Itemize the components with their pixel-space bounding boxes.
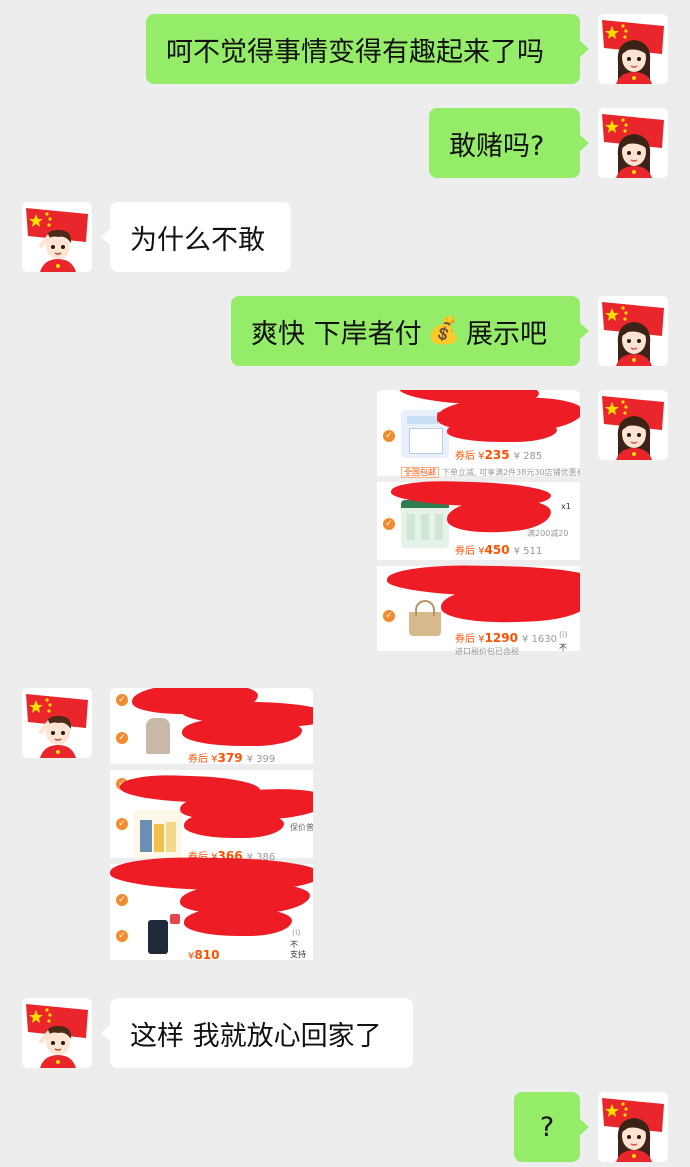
redaction-mark xyxy=(184,812,284,838)
side-label: 不 支持 xyxy=(290,940,306,959)
info-icon: (i) xyxy=(292,928,301,937)
promo-text: 下单立减, 可享满2件38元30店铺优惠券 xyxy=(442,468,580,477)
message-bubble[interactable]: 为什么不敢 xyxy=(101,202,291,272)
price-prefix: 券后 ¥ xyxy=(455,546,485,557)
promo-note: 进口税价包已含税 xyxy=(455,647,519,656)
price-value: 450 xyxy=(484,543,510,557)
checkbox-icon: ✓ xyxy=(116,930,128,942)
message-text: 呵不觉得事情变得有趣起来了吗 xyxy=(166,36,544,68)
message-text: 展示吧 xyxy=(465,318,547,350)
avatar[interactable] xyxy=(22,202,92,272)
product-thumbnail xyxy=(134,810,182,858)
price-prefix: 券后 ¥ xyxy=(188,754,218,765)
shared-screenshot-image[interactable]: ✓ 券后 ¥235 ¥ 285 全国包邮 下单立减, 可享满2件38元30店铺优惠券… xyxy=(377,390,580,657)
price-value: 235 xyxy=(484,448,510,462)
money-bag-icon: 💰 xyxy=(427,316,460,346)
price-label: 券后 ¥379 ¥ 399 xyxy=(188,750,275,765)
price-value: 379 xyxy=(217,751,243,765)
price-label: ¥810 xyxy=(188,948,219,962)
product-thumbnail xyxy=(134,712,182,760)
original-price: ¥ 285 xyxy=(513,451,543,462)
original-price: ¥ 399 xyxy=(246,754,276,765)
price-label: 券后 ¥450 ¥ 511 xyxy=(455,542,542,557)
checkbox-icon: ✓ xyxy=(116,818,128,830)
avatar[interactable] xyxy=(598,1092,668,1162)
price-label: 券后 ¥1290 ¥ 1630 xyxy=(455,630,557,645)
checkbox-icon: ✓ xyxy=(383,518,395,530)
message-bubble[interactable]: ? xyxy=(514,1092,589,1162)
checkbox-icon: ✓ xyxy=(116,732,128,744)
message-bubble[interactable]: 敢赌吗? xyxy=(429,108,589,178)
message-text: 这样 我就放心回家了 xyxy=(130,1020,382,1052)
side-label: 保价普通 xyxy=(290,823,313,832)
message-bubble[interactable]: 呵不觉得事情变得有趣起来了吗 xyxy=(146,14,589,84)
checkbox-icon: ✓ xyxy=(383,610,395,622)
promo-tag: 全国包邮 xyxy=(401,467,439,478)
avatar[interactable] xyxy=(598,296,668,366)
original-price: ¥ 1630 xyxy=(521,634,557,645)
checkbox-icon: ✓ xyxy=(116,894,128,906)
message-text: 为什么不敢 xyxy=(130,224,265,256)
side-label: 不 xyxy=(559,643,567,652)
promo-note: 全国包邮 下单立减, 可享满2件38元30店铺优惠券 xyxy=(401,467,580,478)
message-text: ? xyxy=(539,1111,555,1143)
shared-screenshot-image[interactable]: ✓ ✓ 券后 ¥379¥ 399 ✓ ✓ 保价普通 券后 ¥366¥ 386 ✓… xyxy=(110,688,313,966)
avatar[interactable] xyxy=(598,390,668,460)
checkbox-icon: ✓ xyxy=(383,430,395,442)
product-thumbnail xyxy=(134,912,182,960)
price-prefix: 券后 ¥ xyxy=(455,634,485,645)
checkbox-icon: ✓ xyxy=(116,694,128,706)
price-value: 810 xyxy=(194,948,220,962)
redaction-mark xyxy=(447,420,557,442)
message-text: 敢赌吗? xyxy=(449,130,545,162)
message-bubble[interactable]: 这样 我就放心回家了 xyxy=(101,998,413,1068)
message-text: 爽快 下岸者付 xyxy=(251,318,422,350)
info-icon: (i) xyxy=(559,630,568,639)
product-thumbnail xyxy=(401,500,449,548)
quantity-label: x1 xyxy=(561,502,571,511)
avatar[interactable] xyxy=(598,108,668,178)
promo-note: 满200减20 xyxy=(527,529,569,538)
redaction-mark xyxy=(182,718,302,746)
avatar[interactable] xyxy=(598,14,668,84)
price-value: 1290 xyxy=(484,631,518,645)
message-bubble[interactable]: 爽快 下岸者付 💰 展示吧 xyxy=(231,296,589,366)
redaction-mark xyxy=(184,908,292,936)
avatar[interactable] xyxy=(22,688,92,758)
original-price: ¥ 511 xyxy=(513,546,543,557)
price-prefix: 券后 ¥ xyxy=(455,451,485,462)
avatar[interactable] xyxy=(22,998,92,1068)
price-label: 券后 ¥235 ¥ 285 xyxy=(455,447,542,462)
